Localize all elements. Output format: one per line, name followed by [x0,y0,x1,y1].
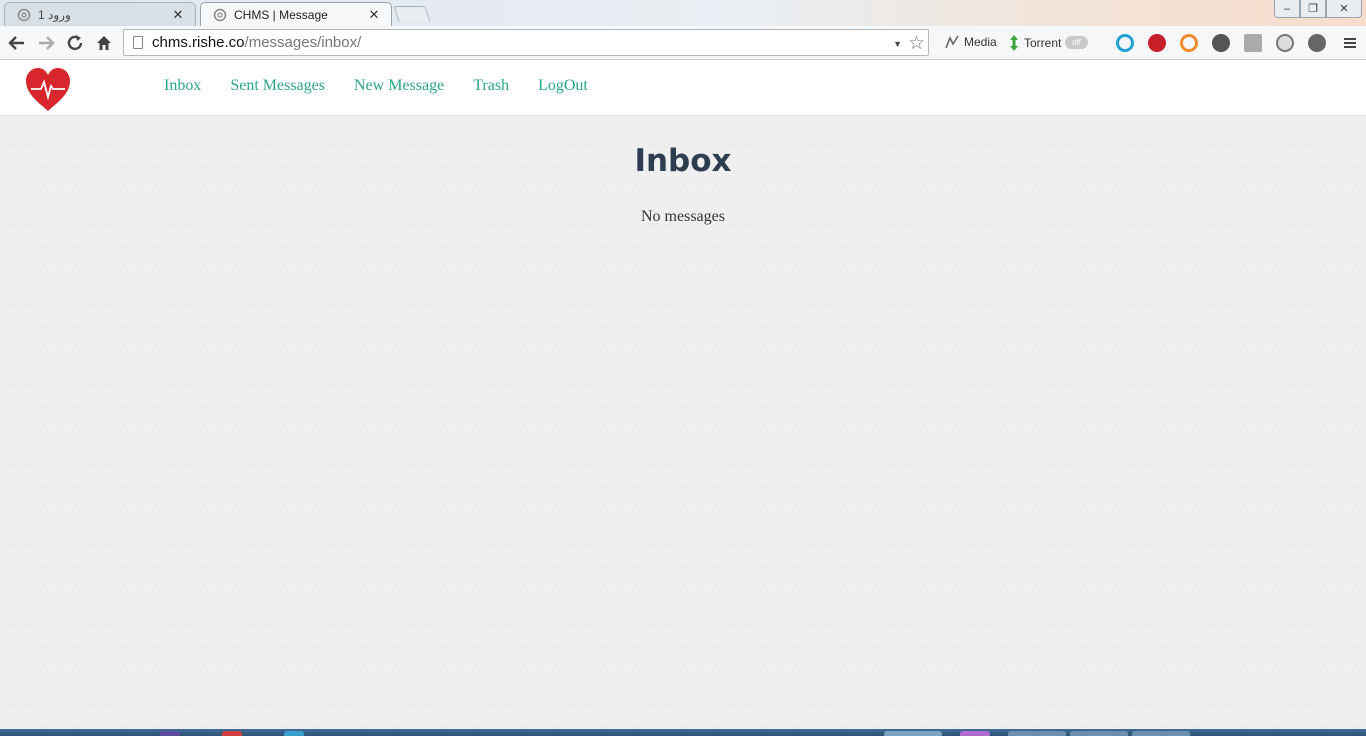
nav-new-message[interactable]: New Message [354,77,444,95]
download-manager-icon[interactable] [1308,34,1326,52]
main-content: Inbox No messages [0,117,1366,729]
close-window-icon[interactable]: ✕ [1326,0,1362,18]
torrent-arrows-icon [1010,35,1018,51]
new-tab-button[interactable] [393,6,431,22]
adblock-icon[interactable] [1148,34,1166,52]
bookmark-star-icon[interactable]: ☆ [908,32,925,55]
media-icon [945,35,959,49]
main-nav: Inbox Sent Messages New Message Trash Lo… [164,77,617,95]
nav-logout[interactable]: LogOut [538,77,588,95]
media-label: Media [964,35,997,49]
torrent-extension[interactable]: Torrent [1008,34,1061,52]
taskbar-app-icon[interactable] [960,731,990,736]
loading-icon [17,8,31,22]
loading-icon [213,8,227,22]
tab-title: CHMS | Message [234,7,328,22]
page-icon [133,36,143,49]
toggle-extension[interactable]: off [1065,36,1088,49]
browser-titlebar: ورود 1 ✕ CHMS | Message ✕ – ❐ ✕ [0,0,1366,26]
back-icon[interactable] [7,33,27,53]
url-host: chms.rishe.co [152,34,245,51]
restore-icon[interactable]: ❐ [1300,0,1326,18]
address-bar[interactable]: chms.rishe.co/messages/inbox/ ▼ ☆ [123,29,929,56]
forward-icon[interactable] [36,33,56,53]
taskbar-app-icon[interactable] [284,731,304,736]
orange-extension-icon[interactable] [1180,34,1198,52]
reload-icon[interactable] [65,33,85,53]
taskbar-app-icon[interactable] [1070,731,1128,736]
torrent-label: Torrent [1024,36,1062,50]
download-icon[interactable] [1244,34,1262,52]
taskbar-app-icon[interactable] [1008,731,1066,736]
nav-trash[interactable]: Trash [473,77,509,95]
dropdown-icon[interactable]: ▼ [893,39,902,49]
close-icon[interactable]: ✕ [171,7,185,23]
home-icon[interactable] [94,33,114,53]
url-path: /messages/inbox/ [244,34,362,51]
taskbar-app-icon[interactable] [160,731,180,736]
browser-tab-message[interactable]: CHMS | Message ✕ [200,2,392,26]
heart-logo-icon[interactable] [24,67,72,113]
media-extension[interactable]: Media [944,34,997,50]
tab-title: ورود 1 [38,7,71,22]
site-header: Inbox Sent Messages New Message Trash Lo… [0,60,1366,116]
taskbar-app-icon[interactable] [222,731,242,736]
window-controls: – ❐ ✕ [1274,0,1362,18]
minimize-icon[interactable]: – [1274,0,1300,18]
nav-sent-messages[interactable]: Sent Messages [230,77,325,95]
page-title: Inbox [634,143,732,179]
browser-tab-login[interactable]: ورود 1 ✕ [4,2,196,26]
film-reel-icon[interactable] [1212,34,1230,52]
headphones-icon[interactable] [1116,34,1134,52]
browser-toolbar: chms.rishe.co/messages/inbox/ ▼ ☆ Media … [0,26,1366,60]
empty-state-message: No messages [641,208,725,225]
close-icon[interactable]: ✕ [367,7,381,23]
taskbar-app-icon[interactable] [1132,731,1190,736]
menu-icon[interactable] [1340,33,1360,53]
globe-icon[interactable] [1276,34,1294,52]
taskbar-active-app[interactable] [884,731,942,736]
nav-inbox[interactable]: Inbox [164,77,201,95]
toggle-label: off [1065,36,1088,49]
